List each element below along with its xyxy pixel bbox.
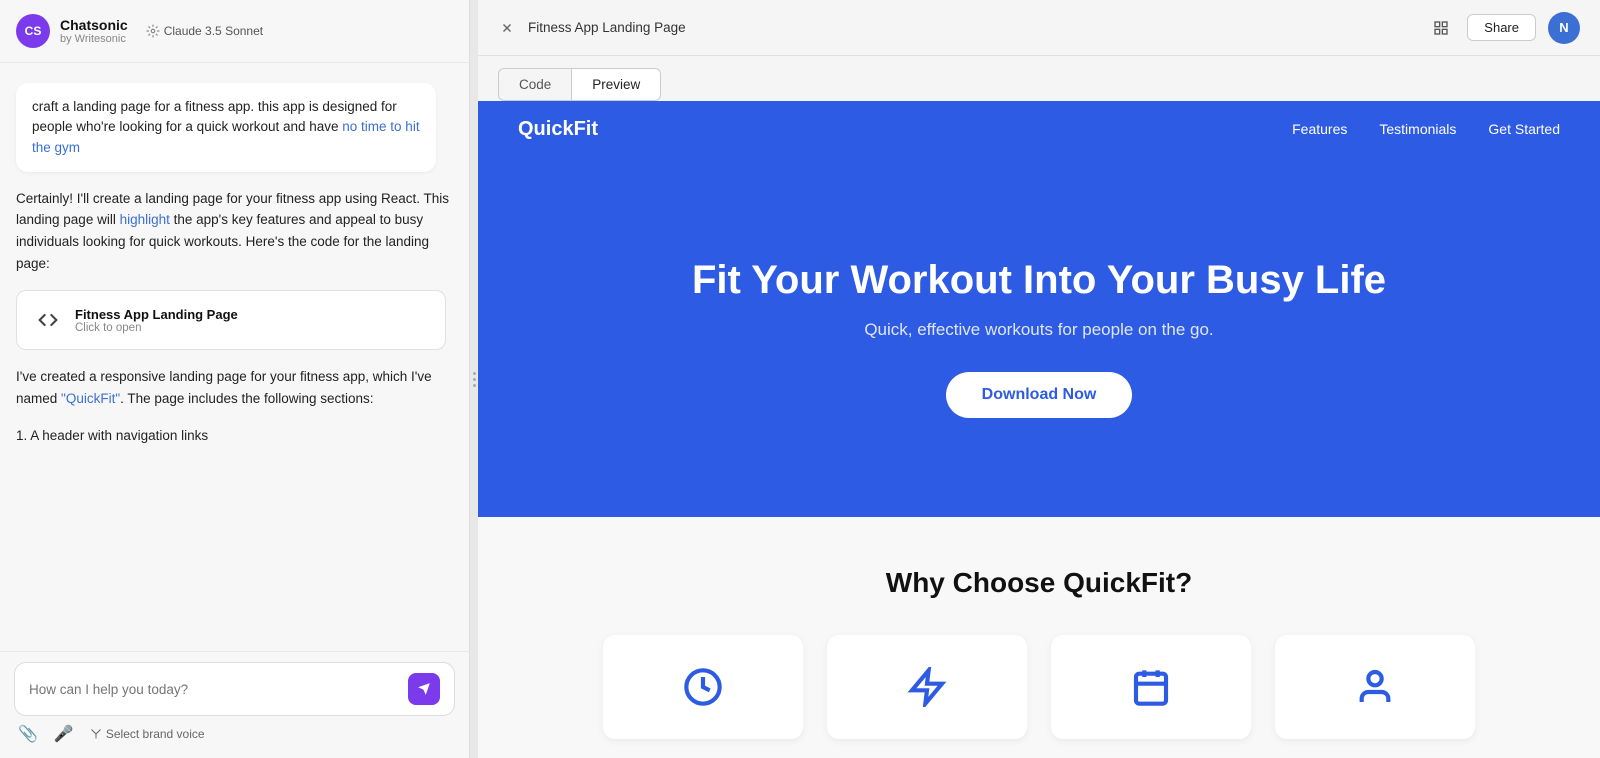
person-icon [1351,663,1399,711]
model-badge: Claude 3.5 Sonnet [146,24,263,38]
close-icon [500,21,514,35]
brand-info: Chatsonic by Writesonic [60,17,128,45]
quickfit-nav-links: Features Testimonials Get Started [1292,121,1560,137]
brand-voice-selector[interactable]: Select brand voice [90,727,205,741]
feature-card-person [1275,635,1475,739]
chat-messages: craft a landing page for a fitness app. … [0,63,469,651]
calendar-icon [1127,663,1175,711]
code-card-sub: Click to open [75,322,238,334]
send-icon [417,682,431,696]
chat-input-wrapper [14,662,455,716]
code-icon [33,305,63,335]
expand-icon[interactable] [1427,14,1455,42]
quickfit-features: Why Choose QuickFit? [478,517,1600,758]
feature-cards [518,635,1560,739]
brand-voice-label: Select brand voice [106,727,205,741]
code-card-info: Fitness App Landing Page Click to open [75,307,238,334]
download-button[interactable]: Download Now [946,372,1133,418]
feature-card-calendar [1051,635,1251,739]
resize-dots [473,372,476,387]
bottom-tools: 📎 🎤 Select brand voice [14,716,455,744]
lightning-icon [903,663,951,711]
model-name: Claude 3.5 Sonnet [164,24,263,38]
tab-preview[interactable]: Preview [571,68,661,101]
right-panel: Fitness App Landing Page Share N Code Pr… [478,0,1600,758]
feature-card-clock [603,635,803,739]
user-avatar: N [1548,12,1580,44]
right-header: Fitness App Landing Page Share N [478,0,1600,56]
highlighted-text: no time to hit the gym [32,119,420,154]
user-message-bubble: craft a landing page for a fitness app. … [16,83,436,172]
quickfit-hero: Fit Your Workout Into Your Busy Life Qui… [478,157,1600,517]
send-button[interactable] [408,673,440,705]
right-header-actions: Share N [1427,12,1580,44]
preview-content: QuickFit Features Testimonials Get Start… [478,101,1600,758]
code-card[interactable]: Fitness App Landing Page Click to open [16,290,446,350]
features-title: Why Choose QuickFit? [518,567,1560,599]
attachment-icon[interactable]: 📎 [18,724,38,744]
hero-subtitle: Quick, effective workouts for people on … [864,320,1213,340]
ai-icon [146,24,160,38]
code-card-title: Fitness App Landing Page [75,307,238,322]
voice-icon [90,728,102,740]
brand-avatar: CS [16,14,50,48]
chat-input[interactable] [29,682,400,697]
preview-tabs: Code Preview [478,56,1600,101]
quickfit-logo: QuickFit [518,118,1292,141]
left-header: CS Chatsonic by Writesonic Claude 3.5 So… [0,0,469,63]
left-panel: CS Chatsonic by Writesonic Claude 3.5 So… [0,0,470,758]
tab-title: Fitness App Landing Page [528,20,686,35]
nav-link-testimonials[interactable]: Testimonials [1379,121,1456,137]
clock-icon [679,663,727,711]
assistant-outro-text: I've created a responsive landing page f… [16,366,453,409]
close-button[interactable] [498,19,516,37]
brand-sub: by Writesonic [60,33,128,45]
assistant-intro-text: Certainly! I'll create a landing page fo… [16,188,453,274]
quickfit-nav: QuickFit Features Testimonials Get Start… [478,101,1600,157]
chat-input-area: 📎 🎤 Select brand voice [0,651,469,758]
microphone-icon[interactable]: 🎤 [54,724,74,744]
expand-svg [1433,20,1449,36]
feature-card-lightning [827,635,1027,739]
share-button[interactable]: Share [1467,14,1536,41]
assistant-highlight: highlight [120,212,170,227]
tab-code[interactable]: Code [498,68,571,101]
nav-link-get-started[interactable]: Get Started [1488,121,1560,137]
resize-handle[interactable] [470,0,478,758]
brand-name: Chatsonic [60,17,128,33]
hero-title: Fit Your Workout Into Your Busy Life [692,256,1386,304]
nav-link-features[interactable]: Features [1292,121,1347,137]
list-item-1: 1. A header with navigation links [16,425,453,447]
